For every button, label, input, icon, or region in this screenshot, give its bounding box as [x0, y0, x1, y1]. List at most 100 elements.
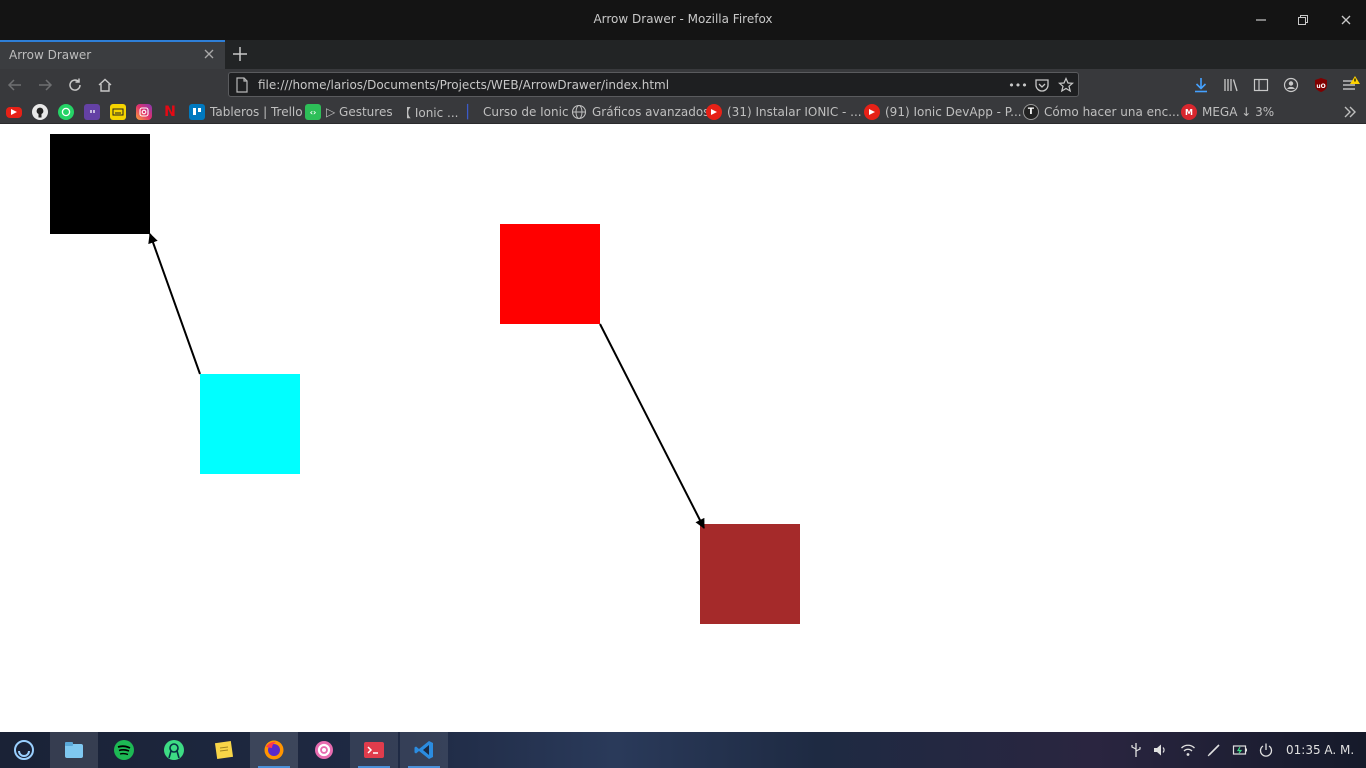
back-arrow-icon — [7, 79, 21, 91]
bookmark-whatsapp[interactable] — [58, 104, 79, 120]
sidebar-button[interactable] — [1251, 75, 1271, 95]
library-button[interactable] — [1221, 75, 1241, 95]
taskbar-settings[interactable] — [300, 732, 348, 768]
android-studio-icon — [164, 740, 184, 760]
home-button[interactable] — [95, 75, 115, 95]
reload-button[interactable] — [65, 75, 85, 95]
taskbar: 01:35 A. M. — [0, 732, 1366, 768]
tab-close-button[interactable] — [203, 48, 215, 63]
volume-tray-icon[interactable] — [1152, 742, 1168, 758]
trello-icon — [189, 104, 205, 120]
bookmark-youtube[interactable] — [6, 104, 27, 120]
twitch-icon — [84, 104, 100, 120]
netflix-icon: N — [164, 104, 176, 120]
account-button[interactable] — [1281, 75, 1301, 95]
wifi-tray-icon[interactable] — [1180, 742, 1196, 758]
taskbar-terminal[interactable] — [350, 732, 398, 768]
bookmark-label: (91) Ionic DevApp - P... — [885, 105, 1022, 119]
bookmark-label: 【 Ionic ... — [399, 105, 459, 120]
tab-arrow-drawer[interactable]: Arrow Drawer — [0, 40, 225, 69]
vscode-icon — [414, 741, 433, 759]
home-icon — [98, 78, 112, 92]
taskbar-vscode[interactable] — [400, 732, 448, 768]
page-viewport — [0, 124, 1366, 732]
account-icon — [1283, 77, 1299, 93]
power-tray-icon[interactable] — [1258, 742, 1274, 758]
usb-tray-icon[interactable] — [1128, 742, 1144, 758]
arrows-layer — [148, 233, 705, 529]
globe-icon — [571, 104, 587, 120]
url-text[interactable]: file:///home/larios/Documents/Projects/W… — [258, 78, 669, 92]
bookmark-label: (31) Instalar IONIC - ... — [727, 105, 862, 119]
taskbar-file-manager[interactable] — [50, 732, 98, 768]
bookmark-curso-ionic[interactable]: ▏ Curso de Ionic — [464, 104, 569, 120]
bookmark-graficos[interactable]: Gráficos avanzados — [571, 104, 709, 120]
bookmark-como-hacer[interactable]: T Cómo hacer una enc... — [1023, 104, 1180, 120]
bookmark-netflix[interactable]: N — [162, 104, 183, 120]
bookmark-mega[interactable]: M MEGA ↓ 3% — [1181, 104, 1274, 120]
url-bar[interactable]: file:///home/larios/Documents/Projects/W… — [228, 72, 1079, 97]
bookmark-instalar-ionic[interactable]: (31) Instalar IONIC - ... — [706, 104, 862, 120]
back-button[interactable] — [5, 75, 25, 95]
close-window-button[interactable] — [1336, 10, 1356, 30]
bookmarks-toolbar: N Tableros | Trello ‹› ▷ Gestures 【 Ioni… — [0, 100, 1366, 124]
ublock-origin-icon: uO — [1315, 78, 1327, 92]
ublock-button[interactable]: uO — [1311, 75, 1331, 95]
youtube-icon — [6, 106, 22, 118]
library-icon — [1224, 79, 1238, 92]
window-title: Arrow Drawer - Mozilla Firefox — [593, 12, 773, 26]
codepen-icon: ‹› — [305, 104, 321, 120]
downloads-button[interactable] — [1191, 75, 1211, 95]
settings-gear-icon — [315, 741, 333, 759]
whatsapp-icon — [58, 104, 74, 120]
taskbar-android-studio[interactable] — [150, 732, 198, 768]
pocket-icon — [1035, 79, 1049, 92]
bookmark-github[interactable] — [32, 104, 53, 120]
page-actions-button[interactable]: ••• — [1008, 76, 1027, 94]
bookmark-label: Tableros | Trello — [210, 105, 303, 119]
download-icon — [1195, 78, 1207, 93]
bookmark-label: Cómo hacer una enc... — [1044, 105, 1180, 119]
file-manager-icon — [65, 742, 83, 758]
bookmark-yellow-site[interactable] — [110, 104, 131, 120]
minimize-button[interactable] — [1251, 10, 1271, 30]
terminal-icon — [364, 742, 384, 758]
plus-icon — [233, 47, 247, 61]
bookmark-star-button[interactable] — [1057, 76, 1075, 94]
reload-icon — [69, 78, 81, 91]
bookmark-trello[interactable]: Tableros | Trello — [189, 104, 303, 120]
forward-button[interactable] — [35, 75, 55, 95]
battery-tray-icon[interactable] — [1232, 742, 1248, 758]
bookmark-instagram[interactable] — [136, 104, 157, 120]
start-menu-button[interactable] — [0, 732, 48, 768]
new-tab-button[interactable] — [230, 44, 250, 64]
taskbar-notes[interactable] — [200, 732, 248, 768]
deepin-launcher-icon — [14, 740, 34, 760]
pen-tray-icon[interactable] — [1206, 742, 1222, 758]
smiley-icon — [110, 104, 126, 120]
taskbar-clock[interactable]: 01:35 A. M. — [1286, 743, 1354, 757]
bookmark-ionic[interactable]: 【 Ionic ... — [399, 104, 459, 120]
arrow-cyan-to-black — [148, 233, 201, 375]
bookmark-label: Curso de Ionic — [483, 105, 569, 119]
bookmarks-overflow-button[interactable] — [1342, 104, 1358, 120]
navigation-toolbar: file:///home/larios/Documents/Projects/W… — [0, 69, 1366, 100]
pocket-button[interactable] — [1033, 76, 1051, 94]
menu-button[interactable] — [1341, 75, 1361, 95]
arrow-red-to-brown — [599, 323, 705, 529]
restore-button[interactable] — [1293, 10, 1313, 30]
taskbar-firefox[interactable] — [250, 732, 298, 768]
bookmark-ionic-devapp[interactable]: (91) Ionic DevApp - P... — [864, 104, 1022, 120]
bookmark-twitch[interactable] — [84, 104, 105, 120]
bookmark-label: Gráficos avanzados — [592, 105, 710, 119]
sidebar-icon — [1253, 78, 1269, 92]
spotify-icon — [114, 740, 134, 760]
tab-strip: Arrow Drawer — [0, 40, 1366, 69]
forward-arrow-icon — [39, 79, 53, 91]
github-icon — [32, 104, 48, 120]
window-titlebar: Arrow Drawer - Mozilla Firefox — [0, 0, 1366, 40]
bookmark-icon: ▏ — [467, 104, 477, 120]
bookmark-gestures[interactable]: ‹› ▷ Gestures — [305, 104, 393, 120]
taskbar-spotify[interactable] — [100, 732, 148, 768]
instagram-icon — [136, 104, 152, 120]
